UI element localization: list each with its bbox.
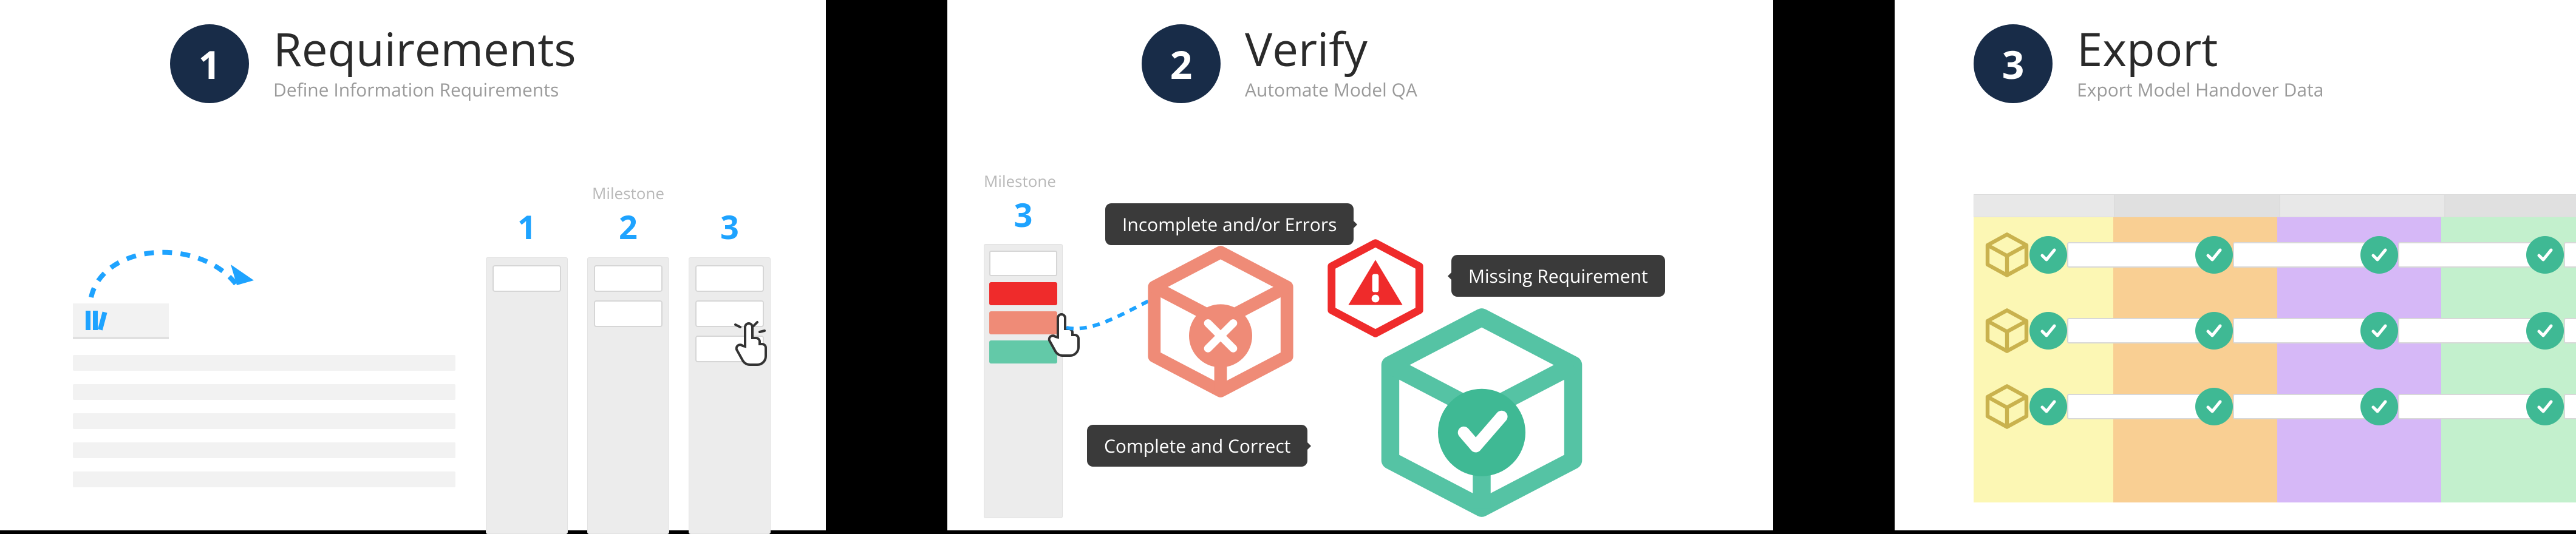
check-icon xyxy=(2029,388,2067,425)
step-header-2: 2 Verify Automate Model QA xyxy=(1142,24,1417,103)
cube-icon xyxy=(1983,382,2031,431)
badge-complete: Complete and Correct xyxy=(1087,425,1307,467)
milestone-number: 1 xyxy=(486,204,568,249)
milestone-number: 2 xyxy=(587,204,669,249)
check-icon xyxy=(2195,388,2233,425)
milestone-label: Milestone xyxy=(587,182,669,204)
cube-incomplete-icon xyxy=(1142,243,1300,400)
document-tab xyxy=(73,303,169,339)
step-header-3: 3 Export Export Model Handover Data xyxy=(1974,24,2323,103)
export-row xyxy=(1974,231,2576,279)
milestone-slot xyxy=(492,265,561,292)
step-number-circle: 1 xyxy=(170,24,249,103)
check-icon xyxy=(2195,312,2233,350)
milestone-slot xyxy=(594,265,663,292)
step-title: Export xyxy=(2077,26,2323,72)
step-title: Requirements xyxy=(273,26,576,72)
status-slot-error xyxy=(989,282,1057,305)
panel-export: 3 Export Export Model Handover Data xyxy=(1895,0,2576,530)
library-icon xyxy=(84,308,114,333)
check-icon xyxy=(2526,312,2564,350)
check-icon xyxy=(2526,388,2564,425)
milestone-col-1: . 1 xyxy=(486,182,568,534)
step-number-circle: 2 xyxy=(1142,24,1221,103)
cube-icon xyxy=(1983,231,2031,279)
check-icon xyxy=(2029,236,2067,274)
milestone-number: 3 xyxy=(984,192,1063,237)
check-icon xyxy=(2360,312,2398,350)
export-rows xyxy=(1974,231,2576,458)
status-slot-empty xyxy=(989,251,1057,276)
step-subtitle: Define Information Requirements xyxy=(273,77,576,102)
cube-complete-icon xyxy=(1372,303,1591,522)
step-header-1: 1 Requirements Define Information Requir… xyxy=(170,24,576,103)
milestone-col-3: . 3 xyxy=(689,182,771,534)
step-number-circle: 3 xyxy=(1974,24,2053,103)
milestone-slot xyxy=(594,300,663,327)
milestone-col-2: Milestone 2 xyxy=(587,182,669,534)
check-icon xyxy=(2195,236,2233,274)
requirements-document xyxy=(73,303,455,501)
badge-missing: Missing Requirement xyxy=(1451,255,1665,297)
check-icon xyxy=(2360,388,2398,425)
cursor-hand-icon xyxy=(732,319,774,367)
badge-incomplete: Incomplete and/or Errors xyxy=(1105,203,1354,245)
export-grid xyxy=(1974,194,2576,502)
panel-requirements: 1 Requirements Define Information Requir… xyxy=(0,0,826,530)
check-icon xyxy=(2029,312,2067,350)
check-icon xyxy=(2360,236,2398,274)
panel-verify: 2 Verify Automate Model QA Milestone 3 xyxy=(947,0,1773,530)
step-title: Verify xyxy=(1245,26,1417,72)
milestone-columns: . 1 Milestone 2 . 3 xyxy=(486,182,771,534)
export-row xyxy=(1974,382,2576,431)
step-subtitle: Automate Model QA xyxy=(1245,77,1417,102)
check-icon xyxy=(2526,236,2564,274)
milestone-number: 3 xyxy=(689,204,771,249)
export-row xyxy=(1974,306,2576,355)
cube-icon xyxy=(1983,306,2031,355)
milestone-slot xyxy=(695,265,764,292)
milestone-label: Milestone xyxy=(984,170,1063,192)
step-subtitle: Export Model Handover Data xyxy=(2077,77,2323,102)
